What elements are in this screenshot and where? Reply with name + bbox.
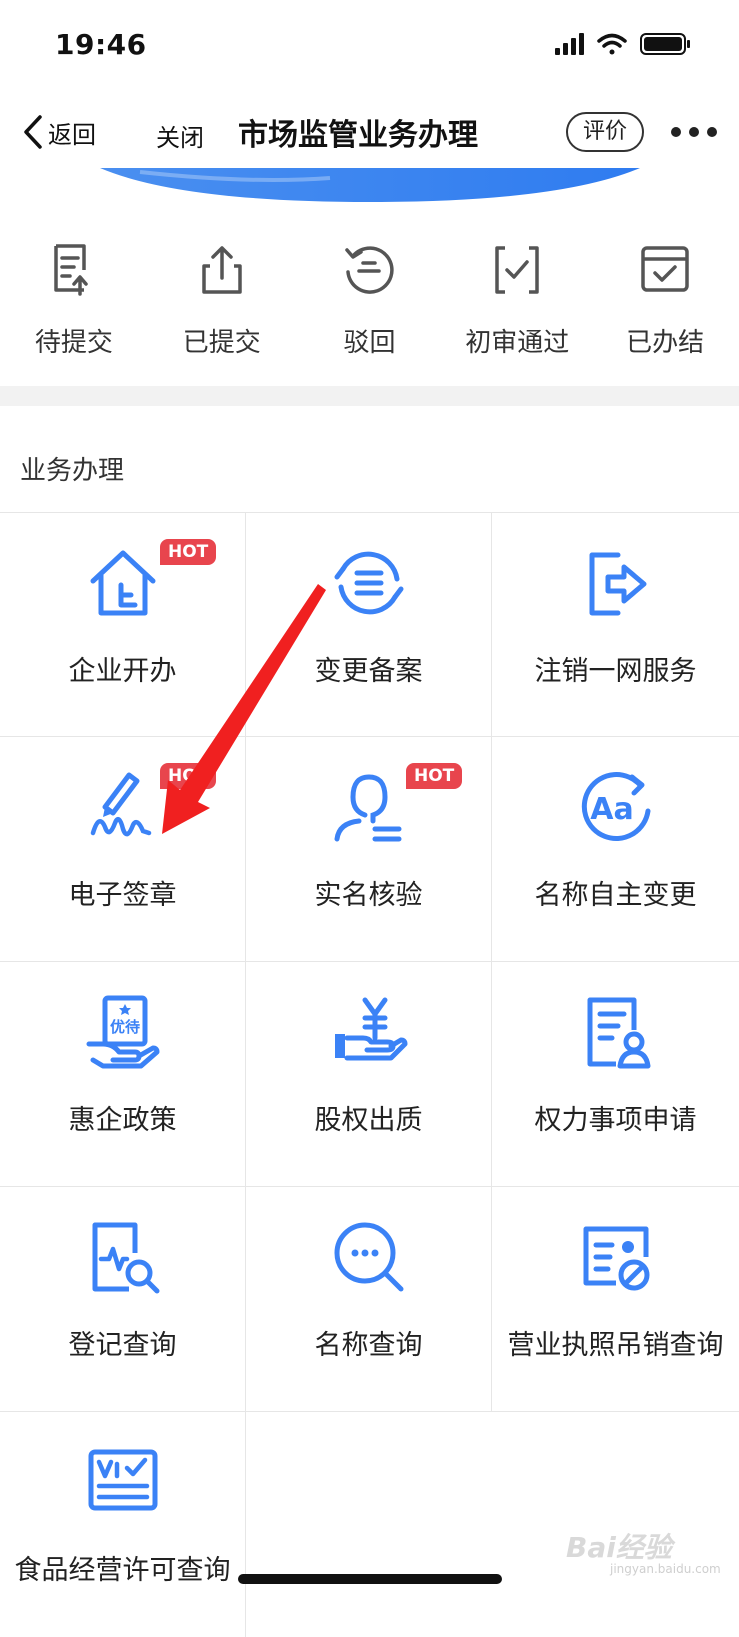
reject-undo-icon bbox=[345, 246, 395, 294]
signal-icon bbox=[555, 33, 584, 55]
service-label: 注销一网服务 bbox=[534, 656, 697, 687]
hot-badge: HOT bbox=[160, 539, 217, 565]
doc-search-icon bbox=[92, 1222, 159, 1294]
service-company-setup[interactable]: HOT 企业开办 bbox=[0, 512, 246, 737]
rate-button[interactable]: 评价 bbox=[566, 112, 644, 152]
hot-badge: HOT bbox=[160, 763, 217, 789]
tab-label: 已提交 bbox=[182, 328, 261, 358]
preferential-hand-icon: 优待 bbox=[86, 995, 159, 1069]
service-label: 登记查询 bbox=[68, 1330, 177, 1361]
chevron-left-icon bbox=[24, 115, 42, 149]
status-bar: 19:46 bbox=[0, 0, 739, 92]
service-label: 营业执照吊销查询 bbox=[507, 1330, 724, 1361]
service-label: 名称查询 bbox=[314, 1330, 423, 1361]
status-tabs: 待提交 已提交 驳回 初审通过 已办结 bbox=[0, 228, 739, 368]
tab-label: 已办结 bbox=[626, 328, 705, 358]
tab-submitted[interactable]: 已提交 bbox=[148, 228, 296, 368]
service-food-license-query[interactable]: 食品经营许可查询 bbox=[0, 1412, 246, 1637]
share-upload-icon bbox=[201, 246, 242, 294]
tab-rejected[interactable]: 驳回 bbox=[296, 228, 444, 368]
food-license-icon bbox=[88, 1449, 157, 1511]
section-title: 业务办理 bbox=[20, 456, 125, 486]
more-dots-icon bbox=[671, 127, 717, 137]
change-cycle-icon bbox=[334, 551, 403, 615]
tab-pending-submit[interactable]: 待提交 bbox=[0, 228, 148, 368]
service-label: 变更备案 bbox=[314, 656, 423, 687]
doc-upload-icon bbox=[54, 244, 88, 296]
back-label: 返回 bbox=[48, 120, 96, 149]
section-divider bbox=[0, 386, 739, 406]
service-equity-pledge[interactable]: 股权出质 bbox=[246, 962, 492, 1187]
battery-icon bbox=[640, 33, 690, 55]
watermark-sub: jingyan.baidu.com bbox=[610, 1562, 721, 1576]
service-label: 股权出质 bbox=[314, 1105, 423, 1136]
more-button[interactable] bbox=[670, 122, 718, 142]
chat-search-icon bbox=[334, 1222, 403, 1292]
service-deregistration[interactable]: 注销一网服务 bbox=[492, 512, 739, 737]
service-name-query[interactable]: 名称查询 bbox=[246, 1187, 492, 1412]
tab-label: 驳回 bbox=[343, 328, 396, 358]
back-button[interactable]: 返回 bbox=[22, 110, 96, 154]
service-label: 惠企政策 bbox=[68, 1105, 177, 1136]
svg-text:Aa: Aa bbox=[590, 792, 633, 827]
close-button[interactable]: 关闭 bbox=[156, 118, 204, 153]
license-revoke-icon bbox=[583, 1226, 649, 1291]
service-label: 企业开办 bbox=[68, 656, 177, 687]
service-license-revoke-query[interactable]: 营业执照吊销查询 bbox=[492, 1187, 739, 1412]
wifi-icon bbox=[597, 33, 627, 55]
service-label: 实名核验 bbox=[314, 880, 423, 911]
policy-icon-text: 优待 bbox=[109, 1018, 139, 1036]
service-label: 电子签章 bbox=[68, 880, 177, 911]
service-change-filing[interactable]: 变更备案 bbox=[246, 512, 492, 737]
service-registration-query[interactable]: 登记查询 bbox=[0, 1187, 246, 1412]
tab-completed[interactable]: 已办结 bbox=[591, 228, 739, 368]
exit-icon bbox=[589, 552, 646, 616]
status-icons bbox=[555, 30, 705, 58]
nav-bar: 返回 关闭 市场监管业务办理 评价 bbox=[0, 92, 739, 172]
service-power-items[interactable]: 权力事项申请 bbox=[492, 962, 739, 1187]
check-doc-icon bbox=[495, 246, 540, 294]
doc-person-icon bbox=[587, 997, 650, 1069]
service-label: 名称自主变更 bbox=[534, 880, 697, 911]
service-real-name-verify[interactable]: HOT 实名核验 bbox=[246, 737, 492, 962]
watermark-text: Bai经验 bbox=[566, 1531, 672, 1564]
service-name-change[interactable]: Aa 名称自主变更 bbox=[492, 737, 739, 962]
page-title: 市场监管业务办理 bbox=[238, 118, 478, 153]
tab-label: 待提交 bbox=[34, 328, 113, 358]
hot-badge: HOT bbox=[406, 763, 463, 789]
watermark: Bai经验 jingyan.baidu.com bbox=[566, 1520, 726, 1580]
banner-arc bbox=[0, 168, 739, 208]
home-indicator bbox=[238, 1574, 502, 1584]
yen-hand-icon bbox=[334, 997, 407, 1061]
service-label: 权力事项申请 bbox=[534, 1105, 697, 1136]
tab-first-review-passed[interactable]: 初审通过 bbox=[443, 228, 591, 368]
service-label: 食品经营许可查询 bbox=[14, 1555, 231, 1586]
status-time: 19:46 bbox=[55, 28, 147, 61]
tab-label: 初审通过 bbox=[465, 328, 570, 358]
house-icon bbox=[90, 550, 155, 616]
signature-pen-icon bbox=[90, 772, 151, 837]
service-e-signature[interactable]: HOT 电子签章 bbox=[0, 737, 246, 962]
service-policy[interactable]: 优待 惠企政策 bbox=[0, 962, 246, 1187]
person-verify-icon bbox=[334, 774, 401, 842]
name-aa-icon: Aa bbox=[581, 772, 650, 842]
calendar-check-icon bbox=[641, 246, 689, 292]
